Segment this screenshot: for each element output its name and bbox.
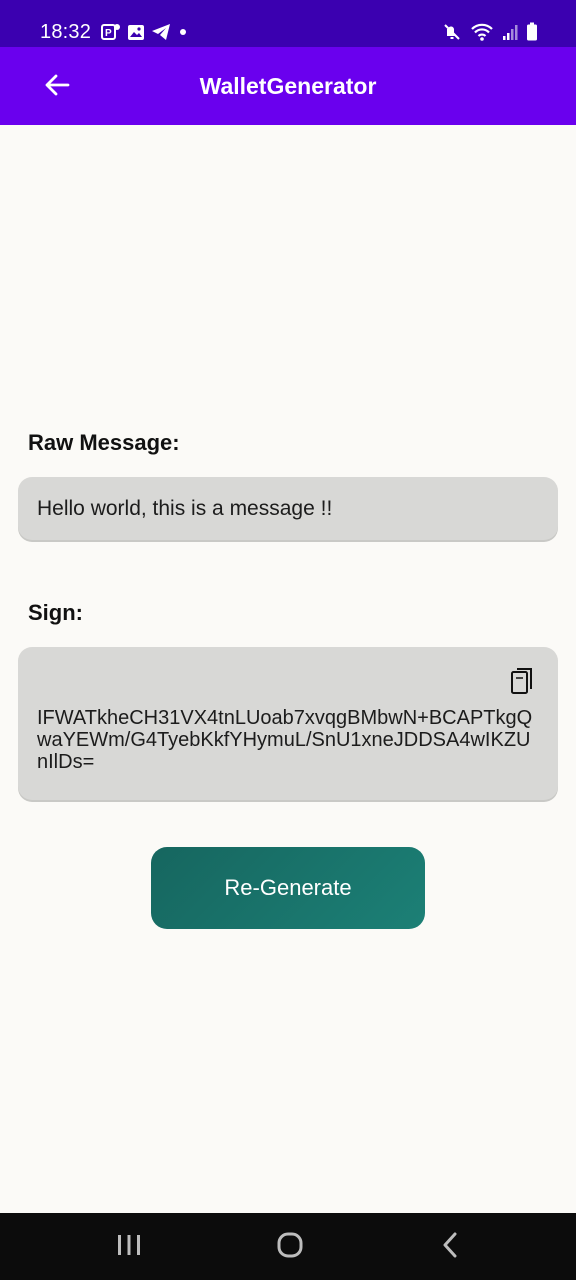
screen: 18:32 P WalletGenerator Raw Message: Hel… xyxy=(0,0,576,1280)
regenerate-button[interactable]: Re-Generate xyxy=(151,847,425,929)
raw-message-value: Hello world, this is a message !! xyxy=(37,497,333,520)
app-title: WalletGenerator xyxy=(199,73,377,99)
sign-value: IFWATkheCH31VX4tnLUoab7xvqgBMbwN+BCAPTkg… xyxy=(37,707,533,773)
copy-icon xyxy=(510,667,534,701)
telegram-icon xyxy=(151,23,171,41)
recents-icon xyxy=(116,1233,142,1262)
nav-back-button[interactable] xyxy=(440,1232,460,1263)
svg-text:P: P xyxy=(105,28,112,39)
status-left-icons: P xyxy=(101,22,189,42)
signal-icon xyxy=(502,23,518,41)
home-icon xyxy=(276,1231,304,1264)
nav-bar xyxy=(0,1213,576,1280)
notification-p-icon: P xyxy=(101,23,121,41)
sign-label: Sign: xyxy=(28,600,83,625)
raw-message-field[interactable]: Hello world, this is a message !! xyxy=(18,477,558,540)
dot-icon xyxy=(177,26,189,38)
recents-button[interactable] xyxy=(116,1233,142,1261)
status-bar: 18:32 P xyxy=(0,0,576,47)
wifi-icon xyxy=(470,22,494,42)
copy-button[interactable] xyxy=(508,667,536,701)
status-time: 18:32 xyxy=(40,21,92,43)
mute-icon xyxy=(442,22,462,42)
battery-icon xyxy=(526,22,538,42)
home-button[interactable] xyxy=(276,1231,304,1264)
raw-message-label: Raw Message: xyxy=(28,430,180,455)
app-bar: WalletGenerator xyxy=(0,47,576,125)
back-chevron-icon xyxy=(441,1232,459,1263)
image-icon xyxy=(127,24,145,41)
sign-field: IFWATkheCH31VX4tnLUoab7xvqgBMbwN+BCAPTkg… xyxy=(18,647,558,800)
status-right-icons xyxy=(442,22,538,42)
